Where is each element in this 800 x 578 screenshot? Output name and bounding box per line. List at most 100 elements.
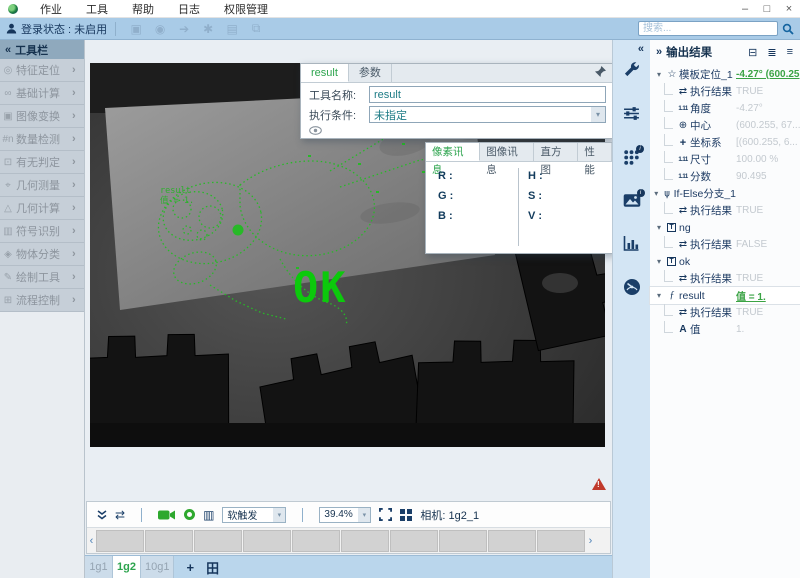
sidebar-item-geometry-calc[interactable]: △ 几何计算 ›	[0, 197, 84, 220]
collapse-all-icon[interactable]: ⊟	[745, 46, 760, 59]
collapse-down-icon[interactable]	[97, 510, 107, 520]
menu-tools[interactable]: 工具	[74, 1, 120, 17]
settings-icon[interactable]: ✱	[196, 22, 220, 36]
eye-icon[interactable]	[309, 126, 322, 135]
menu-help[interactable]: 帮助	[120, 1, 166, 17]
save-icon[interactable]: ▤	[220, 22, 244, 36]
gauge-icon[interactable]	[623, 278, 641, 299]
filmstrip-thumbnail[interactable]	[243, 530, 291, 552]
add-flow-icon[interactable]: +	[186, 560, 194, 575]
tree-row-angle[interactable]: 1.11 角度 -4.27°	[650, 100, 800, 117]
tree-row-exec-result[interactable]: ⇄ 执行结果 TRUE	[650, 83, 800, 100]
result-link[interactable]: 值 = 1.	[736, 288, 800, 303]
fit-view-icon[interactable]	[379, 508, 392, 521]
minimize-button[interactable]: –	[734, 3, 756, 15]
menu-job[interactable]: 作业	[28, 1, 74, 17]
tab-performance[interactable]: 性能	[578, 143, 612, 161]
swap-icon[interactable]: ⇄	[115, 508, 125, 522]
filmstrip-prev-icon[interactable]: ‹	[87, 535, 96, 547]
filmstrip-thumbnail[interactable]	[96, 530, 144, 552]
filmstrip-thumbnail[interactable]	[341, 530, 389, 552]
filmstrip-thumbnail[interactable]	[145, 530, 193, 552]
sidebar-item-presence-check[interactable]: ⊡ 有无判定 ›	[0, 151, 84, 174]
sidebar-item-image-transform[interactable]: ▣ 图像变换 ›	[0, 105, 84, 128]
flow-grid-icon[interactable]: 田	[206, 558, 219, 577]
filmstrip-thumbnail[interactable]	[194, 530, 242, 552]
menu-log[interactable]: 日志	[166, 1, 212, 17]
filmstrip-next-icon[interactable]: ›	[586, 535, 595, 547]
camera-icon[interactable]: ◉	[148, 22, 172, 36]
filmstrip-thumbnail[interactable]	[439, 530, 487, 552]
collapse-panel-icon[interactable]: «	[638, 40, 650, 61]
video-camera-icon[interactable]	[158, 509, 176, 521]
sidebar-item-geometry-measure[interactable]: ⌖ 几何测量 ›	[0, 174, 84, 197]
expand-arrow-icon[interactable]: ▾	[653, 70, 665, 79]
tree-row-value[interactable]: A 值 1.	[650, 321, 800, 338]
tree-row-exec-result[interactable]: ⇄ 执行结果 TRUE	[650, 270, 800, 287]
expand-panel-icon[interactable]: »	[656, 46, 662, 58]
flow-tab-10g1[interactable]: 10g1	[141, 556, 174, 578]
tree-row-if-else[interactable]: ▾ ⋔ If-Else分支_1	[650, 185, 800, 202]
wrench-icon[interactable]	[623, 61, 640, 81]
tree-view-icon[interactable]: ≣	[764, 46, 779, 59]
zoom-level-select[interactable]: 39.4% ▾	[319, 507, 371, 523]
expand-arrow-icon[interactable]: ▾	[653, 291, 665, 300]
sidebar-item-basic-calc[interactable]: ∞ 基础计算 ›	[0, 82, 84, 105]
search-area	[638, 21, 800, 36]
tab-image-info[interactable]: 图像讯息	[480, 143, 534, 161]
flow-tab-1g1[interactable]: 1g1	[85, 556, 113, 578]
warning-icon[interactable]	[592, 478, 606, 490]
filmstrip-thumbnail[interactable]	[292, 530, 340, 552]
tab-pixel-info[interactable]: 像素讯息	[426, 143, 480, 161]
tree-row-ng[interactable]: ▾ T ng	[650, 219, 800, 236]
tree-row-ok[interactable]: ▾ T ok	[650, 253, 800, 270]
image-status-icon[interactable]	[623, 193, 641, 211]
tree-row-template-locate[interactable]: ▾ ☆ 模板定位_1 -4.27° (600.25	[650, 66, 800, 83]
export-icon[interactable]: ➔	[172, 22, 196, 36]
tree-row-result[interactable]: ▾ ƒ result 值 = 1.	[650, 287, 800, 304]
tool-name-input[interactable]	[369, 86, 606, 103]
sliders-icon[interactable]	[623, 105, 640, 125]
open-image-icon[interactable]: ▣	[124, 22, 148, 36]
tab-parameters[interactable]: 参数	[349, 64, 392, 82]
tree-row-coordinate[interactable]: + 坐标系 [(600.255, 6...	[650, 134, 800, 151]
trigger-mode-select[interactable]: 软触发 ▾	[222, 507, 286, 523]
tree-row-exec-result[interactable]: ⇄ 执行结果 TRUE	[650, 304, 800, 321]
sidebar-item-count-detect[interactable]: #n 数量检测 ›	[0, 128, 84, 151]
menu-permissions[interactable]: 权限管理	[212, 1, 280, 17]
sidebar-item-draw-tool[interactable]: ✎ 绘制工具 ›	[0, 266, 84, 289]
filmstrip-thumbnail[interactable]	[537, 530, 585, 552]
tab-result[interactable]: result	[301, 64, 349, 82]
expand-arrow-icon[interactable]: ▾	[653, 189, 660, 198]
module-status-icon[interactable]	[623, 149, 640, 169]
close-button[interactable]: ×	[778, 3, 800, 15]
tree-row-exec-result[interactable]: ⇄ 执行结果 TRUE	[650, 202, 800, 219]
flow-tab-1g2[interactable]: 1g2	[113, 556, 141, 578]
filmstrip-thumbnail[interactable]	[390, 530, 438, 552]
collapse-sidebar-icon[interactable]: «	[5, 44, 11, 56]
tab-histogram[interactable]: 直方图	[534, 143, 578, 161]
sidebar-item-object-classify[interactable]: ◈ 物体分类 ›	[0, 243, 84, 266]
sidebar-item-symbol-recognize[interactable]: ▥ 符号识别 ›	[0, 220, 84, 243]
copy-icon[interactable]: ⧉	[244, 21, 268, 36]
expand-arrow-icon[interactable]: ▾	[653, 257, 665, 266]
search-input[interactable]	[638, 21, 778, 36]
tree-row-scale[interactable]: 1.11 尺寸 100.00 %	[650, 151, 800, 168]
tree-row-exec-result[interactable]: ⇄ 执行结果 FALSE	[650, 236, 800, 253]
filmstrip-thumbnail[interactable]	[488, 530, 536, 552]
sidebar-item-flow-control[interactable]: ⊞ 流程控制 ›	[0, 289, 84, 312]
search-icon[interactable]	[782, 23, 794, 35]
maximize-button[interactable]: □	[756, 3, 778, 15]
exec-condition-select[interactable]: 未指定 ▾	[369, 106, 606, 123]
result-link[interactable]: -4.27° (600.25	[736, 69, 800, 80]
sidebar-item-feature-locate[interactable]: ◎ 特征定位 ›	[0, 59, 84, 82]
grid-view-icon[interactable]	[400, 509, 412, 521]
tree-row-center[interactable]: ⊕ 中心 (600.255, 67...	[650, 117, 800, 134]
menu-icon[interactable]: ≡	[784, 46, 796, 58]
expand-arrow-icon[interactable]: ▾	[653, 223, 665, 232]
tree-row-score[interactable]: 1.11 分数 90.495	[650, 168, 800, 185]
record-circle-icon[interactable]	[184, 509, 195, 520]
film-frames-icon[interactable]: ▥	[203, 508, 214, 522]
pin-icon[interactable]	[595, 64, 612, 82]
bar-chart-icon[interactable]	[623, 235, 640, 254]
